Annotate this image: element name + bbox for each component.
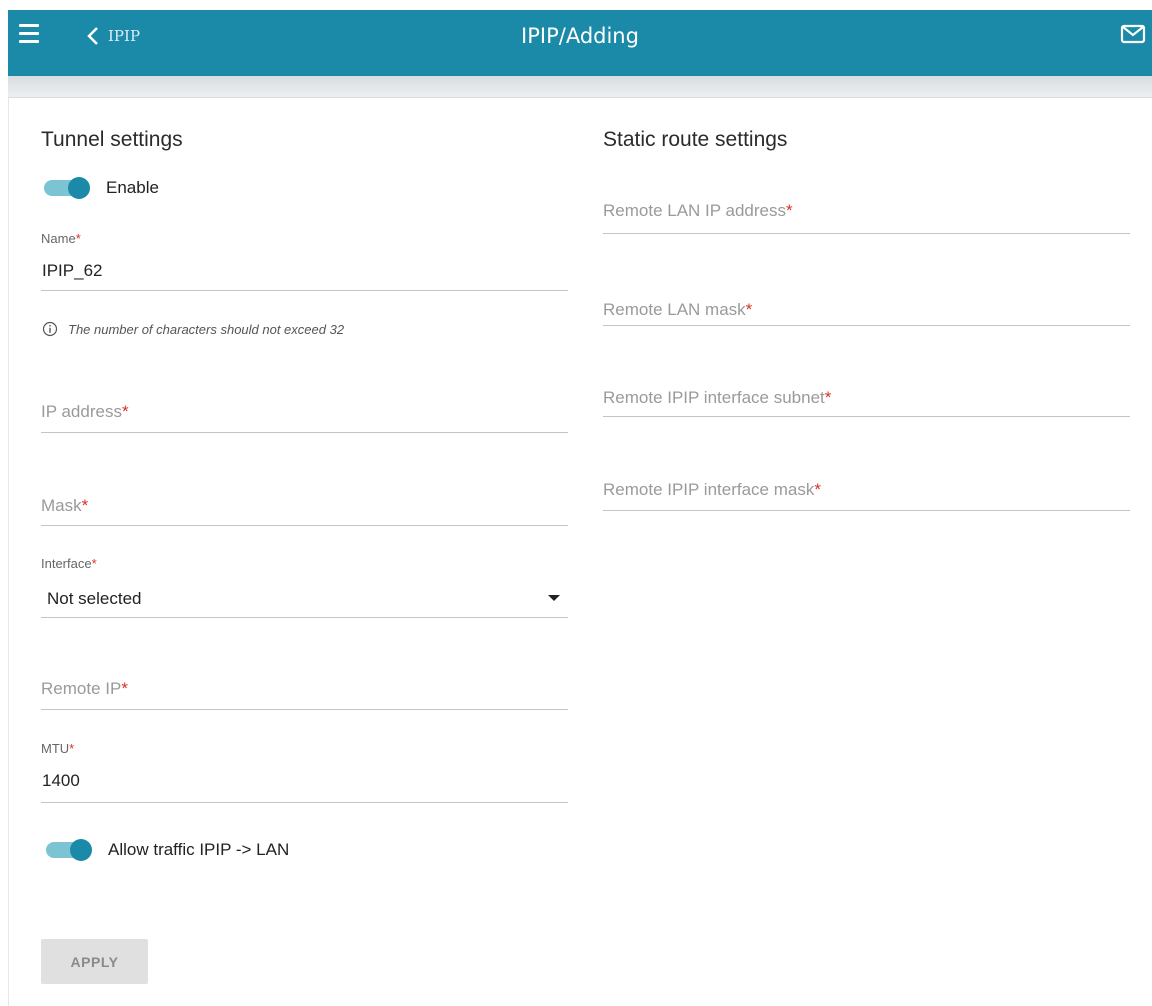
remote-lan-ip-placeholder: Remote LAN IP address* <box>603 201 793 220</box>
remote-ip-field[interactable]: Remote IP* <box>41 657 568 710</box>
info-icon <box>42 321 58 337</box>
ip-address-placeholder: IP address* <box>41 402 129 421</box>
name-field[interactable]: Name* IPIP_62 <box>41 228 568 291</box>
name-field-label: Name* <box>41 231 81 246</box>
allow-traffic-label: Allow traffic IPIP -> LAN <box>108 840 290 859</box>
allow-traffic-toggle-knob <box>70 839 92 861</box>
enable-toggle-knob <box>68 177 90 199</box>
enable-toggle[interactable]: Enable <box>44 177 159 199</box>
mtu-field[interactable]: MTU* 1400 <box>41 738 568 803</box>
static-route-title: Static route settings <box>603 128 788 151</box>
remote-ipip-mask-field[interactable]: Remote IPIP interface mask* <box>603 458 1130 511</box>
interface-select[interactable]: Interface* Not selected <box>41 553 568 618</box>
enable-toggle-track <box>44 177 90 199</box>
enable-label: Enable <box>106 178 159 197</box>
mtu-label: MTU* <box>41 741 75 756</box>
remote-lan-ip-field[interactable]: Remote LAN IP address* <box>603 180 1130 234</box>
name-hint-text: The number of characters should not exce… <box>68 321 345 337</box>
remote-ipip-mask-placeholder: Remote IPIP interface mask* <box>603 480 821 499</box>
remote-ip-placeholder: Remote IP* <box>41 679 128 698</box>
tunnel-settings-title: Tunnel settings <box>41 128 183 151</box>
page-left-border <box>8 98 9 1006</box>
apply-button[interactable]: APPLY <box>41 939 148 984</box>
page-title: IPIP/Adding <box>521 24 639 48</box>
header-divider <box>8 76 1152 98</box>
mask-placeholder: Mask* <box>41 496 89 515</box>
mask-field[interactable]: Mask* <box>41 473 568 526</box>
ip-address-field[interactable]: IP address* <box>41 380 568 433</box>
allow-traffic-toggle-track <box>46 839 92 861</box>
top-bar: IPIP IPIP/Adding <box>8 10 1152 76</box>
allow-traffic-toggle[interactable]: Allow traffic IPIP -> LAN <box>46 839 290 861</box>
name-field-value: IPIP_62 <box>42 261 103 280</box>
remote-ipip-subnet-placeholder: Remote IPIP interface subnet* <box>603 388 832 407</box>
mail-icon[interactable] <box>1120 24 1146 44</box>
interface-value: Not selected <box>47 589 142 608</box>
remote-lan-mask-field[interactable]: Remote LAN mask* <box>603 273 1130 326</box>
name-hint: The number of characters should not exce… <box>42 321 344 337</box>
interface-label: Interface* <box>41 556 97 571</box>
dropdown-arrow-icon <box>548 595 560 601</box>
remote-ipip-subnet-field[interactable]: Remote IPIP interface subnet* <box>603 364 1130 417</box>
remote-lan-mask-placeholder: Remote LAN mask* <box>603 300 753 319</box>
mtu-value: 1400 <box>42 771 80 790</box>
